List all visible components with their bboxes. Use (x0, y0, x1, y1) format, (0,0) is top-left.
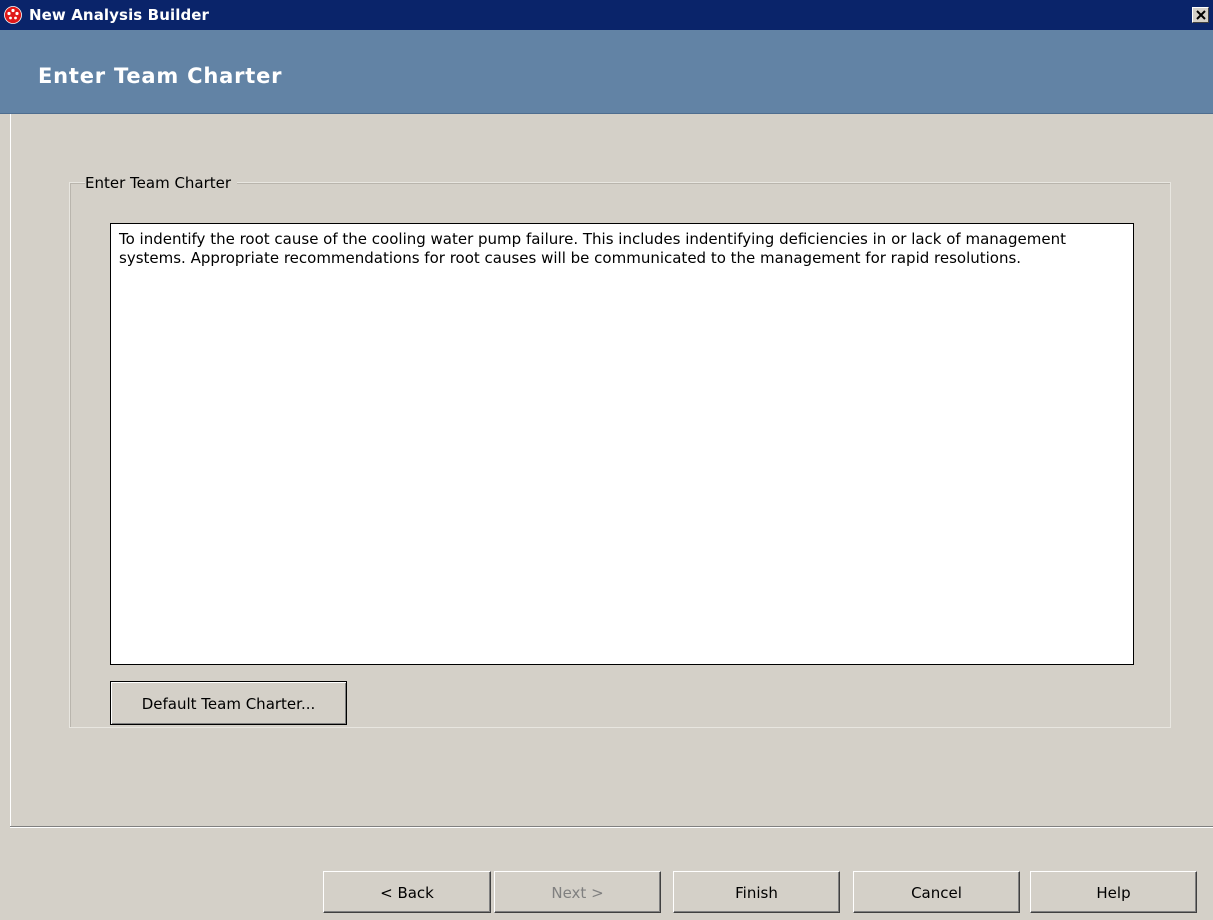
page-title: Enter Team Charter (38, 64, 283, 88)
back-button[interactable]: < Back (323, 871, 491, 913)
team-charter-groupbox: Enter Team Charter To indentify the root… (69, 174, 1171, 728)
wizard-footer: < Back Next > Finish Cancel Help (10, 828, 1213, 920)
wizard-header: Enter Team Charter (0, 30, 1213, 114)
help-button[interactable]: Help (1030, 871, 1197, 913)
window-title: New Analysis Builder (29, 6, 210, 24)
app-logo-icon (4, 6, 22, 24)
close-button[interactable] (1192, 7, 1209, 23)
window-titlebar[interactable]: New Analysis Builder (0, 0, 1213, 30)
cancel-button[interactable]: Cancel (853, 871, 1020, 913)
default-team-charter-button[interactable]: Default Team Charter... (110, 681, 347, 725)
finish-button[interactable]: Finish (673, 871, 840, 913)
next-button: Next > (494, 871, 661, 913)
groupbox-label: Enter Team Charter (85, 174, 238, 192)
wizard-content: Enter Team Charter To indentify the root… (10, 114, 1213, 826)
team-charter-textarea[interactable]: To indentify the root cause of the cooli… (110, 223, 1134, 665)
close-icon (1196, 10, 1206, 20)
